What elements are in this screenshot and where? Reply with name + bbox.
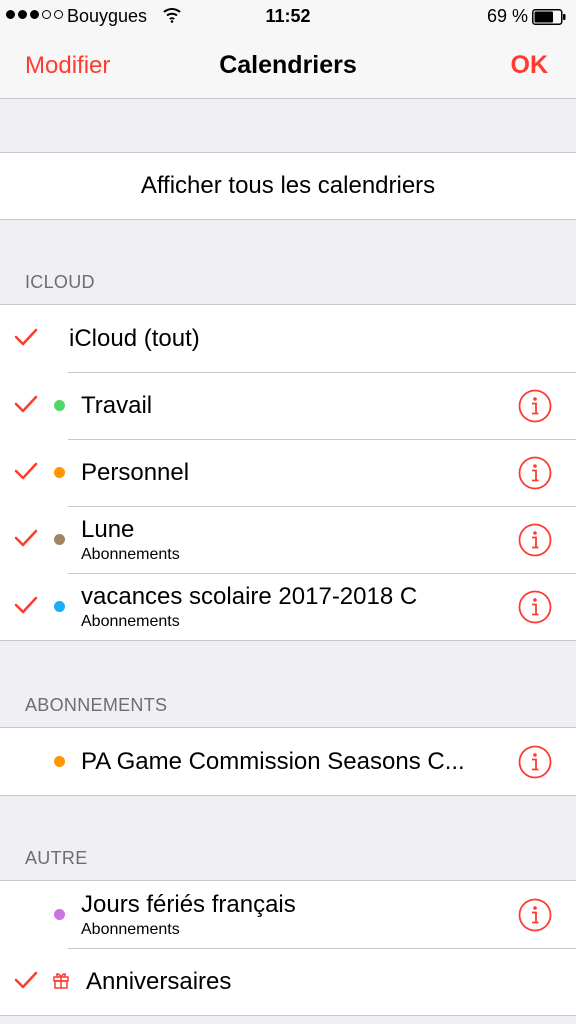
- calendar-subtitle: Abonnements: [81, 921, 180, 938]
- calendar-row-travail[interactable]: Travail: [0, 372, 576, 439]
- gift-icon: [53, 973, 69, 989]
- show-all-calendars-button[interactable]: Afficher tous les calendriers: [0, 152, 576, 220]
- calendar-color-dot: [54, 601, 65, 612]
- info-icon[interactable]: [518, 745, 552, 779]
- info-icon[interactable]: [518, 456, 552, 490]
- section-header-abonnements: ABONNEMENTS: [25, 695, 168, 715]
- calendar-row-lune[interactable]: Lune Abonnements: [0, 506, 576, 573]
- calendar-subtitle: Abonnements: [81, 613, 180, 630]
- checkmark-icon: [14, 529, 38, 547]
- icloud-calendar-list: iCloud (tout) Travail Personnel Lune Abo…: [0, 304, 576, 641]
- calendar-row-anniversaires[interactable]: Anniversaires: [0, 948, 576, 1015]
- checkmark-icon: [14, 462, 38, 480]
- calendar-row-vacances[interactable]: vacances scolaire 2017-2018 C Abonnement…: [0, 573, 576, 640]
- autre-calendar-list: Jours fériés français Abonnements Annive…: [0, 880, 576, 1016]
- checkmark-icon: [14, 596, 38, 614]
- info-icon[interactable]: [518, 590, 552, 624]
- checkmark-icon: [14, 328, 38, 346]
- ok-button[interactable]: OK: [511, 51, 549, 80]
- calendar-name: vacances scolaire 2017-2018 C: [81, 583, 418, 610]
- navigation-bar: Modifier Calendriers OK: [0, 34, 576, 99]
- checkmark-icon: [14, 971, 38, 989]
- calendar-name: Anniversaires: [86, 968, 232, 995]
- calendar-name: Travail: [81, 392, 153, 419]
- checkmark-icon: [14, 395, 38, 413]
- calendar-color-dot: [54, 467, 65, 478]
- calendar-name: Jours fériés français: [81, 891, 296, 918]
- calendar-name: Personnel: [81, 459, 190, 486]
- calendar-name: Lune: [81, 516, 135, 543]
- info-icon[interactable]: [518, 523, 552, 557]
- calendar-color-dot: [54, 756, 65, 767]
- calendar-row-icloud-all[interactable]: iCloud (tout): [0, 305, 576, 372]
- calendar-row-jours-feries[interactable]: Jours fériés français Abonnements: [0, 881, 576, 948]
- section-header-icloud: ICLOUD: [25, 272, 95, 292]
- calendar-subtitle: Abonnements: [81, 546, 180, 563]
- battery-percentage: 69 %: [486, 6, 528, 26]
- calendar-color-dot: [54, 400, 65, 411]
- calendar-name: iCloud (tout): [69, 325, 200, 352]
- info-icon[interactable]: [518, 898, 552, 932]
- calendar-row-personnel[interactable]: Personnel: [0, 439, 576, 506]
- calendar-name: PA Game Commission Seasons C...: [81, 748, 465, 775]
- calendar-color-dot: [54, 534, 65, 545]
- info-icon[interactable]: [518, 389, 552, 423]
- section-header-autre: AUTRE: [25, 848, 88, 868]
- battery-icon: [532, 9, 566, 25]
- calendar-color-dot: [54, 909, 65, 920]
- abonnements-calendar-list: PA Game Commission Seasons C...: [0, 727, 576, 796]
- status-bar: Bouygues 11:52 69 %: [0, 0, 576, 34]
- calendar-row-pa-game-commission[interactable]: PA Game Commission Seasons C...: [0, 728, 576, 795]
- page-title: Calendriers: [219, 51, 357, 79]
